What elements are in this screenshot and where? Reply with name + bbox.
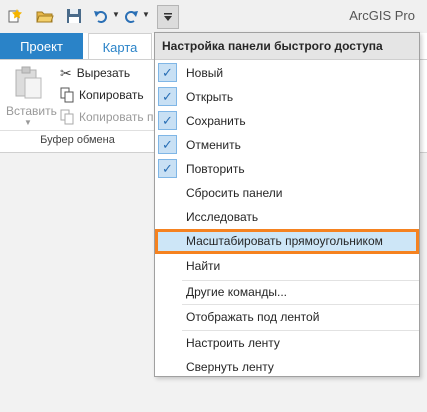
undo-icon[interactable] bbox=[92, 7, 110, 25]
paste-dropdown-icon[interactable]: ▼ bbox=[6, 118, 50, 127]
menu-item-save[interactable]: ✓ Сохранить bbox=[155, 109, 419, 133]
cut-label: Вырезать bbox=[76, 66, 131, 80]
redo-icon[interactable] bbox=[122, 7, 140, 25]
undo-dropdown-icon[interactable]: ▼ bbox=[112, 10, 120, 19]
paste-icon bbox=[15, 66, 42, 99]
paste-label: Вставить bbox=[6, 104, 57, 118]
menu-item-explore[interactable]: Исследовать bbox=[155, 205, 419, 229]
menu-item-label: Новый bbox=[186, 66, 224, 80]
customize-qat-icon bbox=[164, 13, 172, 21]
copy-label: Копировать bbox=[79, 88, 144, 102]
menu-item-open[interactable]: ✓ Открыть bbox=[155, 85, 419, 109]
checkmark-icon: ✓ bbox=[158, 87, 177, 106]
copy-path-button[interactable]: Копировать п bbox=[60, 107, 153, 127]
menu-item-label: Сохранить bbox=[186, 114, 246, 128]
copy-icon bbox=[60, 87, 74, 103]
title-bar: ▼ ▼ ArcGIS Pro bbox=[0, 0, 427, 33]
scissors-icon: ✂ bbox=[60, 64, 72, 81]
group-divider bbox=[0, 130, 155, 131]
tab-project[interactable]: Проект bbox=[0, 33, 83, 60]
menu-item-label: Масштабировать прямоугольником bbox=[186, 234, 383, 248]
menu-item-label: Исследовать bbox=[186, 210, 259, 224]
menu-item-label: Повторить bbox=[186, 162, 245, 176]
menu-item-label: Настроить ленту bbox=[186, 336, 280, 350]
copy-button[interactable]: Копировать bbox=[60, 85, 144, 105]
menu-item-label: Другие команды... bbox=[186, 285, 287, 299]
menu-item-label: Найти bbox=[186, 259, 221, 273]
menu-item-more-commands[interactable]: Другие команды... bbox=[155, 280, 419, 304]
open-folder-icon[interactable] bbox=[36, 7, 54, 25]
copy-path-icon bbox=[60, 109, 74, 125]
save-icon[interactable] bbox=[65, 7, 83, 25]
menu-item-label: Свернуть ленту bbox=[186, 360, 274, 374]
tab-map[interactable]: Карта bbox=[88, 33, 152, 61]
new-project-icon[interactable] bbox=[6, 7, 24, 25]
checkmark-icon: ✓ bbox=[158, 63, 177, 82]
menu-item-show-below-ribbon[interactable]: Отображать под лентой bbox=[155, 305, 419, 329]
menu-item-label: Отменить bbox=[186, 138, 241, 152]
paste-button[interactable]: Вставить ▼ bbox=[6, 64, 57, 127]
menu-item-reset-panes[interactable]: Сбросить панели bbox=[155, 181, 419, 205]
menu-item-minimize-ribbon[interactable]: Свернуть ленту bbox=[155, 355, 419, 379]
menu-item-redo[interactable]: ✓ Повторить bbox=[155, 157, 419, 181]
menu-item-customize-ribbon[interactable]: Настроить ленту bbox=[155, 331, 419, 355]
copy-path-label: Копировать п bbox=[79, 110, 154, 124]
cut-button[interactable]: ✂ Вырезать bbox=[60, 63, 130, 83]
checkmark-icon: ✓ bbox=[158, 135, 177, 154]
clipboard-group-label: Буфер обмена bbox=[40, 134, 115, 146]
customize-qat-menu: Настройка панели быстрого доступа ✓ Новы… bbox=[154, 32, 420, 377]
menu-item-undo[interactable]: ✓ Отменить bbox=[155, 133, 419, 157]
menu-item-find[interactable]: Найти bbox=[155, 254, 419, 278]
menu-item-label: Отображать под лентой bbox=[186, 310, 320, 324]
checkmark-icon: ✓ bbox=[158, 111, 177, 130]
customize-qat-button[interactable] bbox=[157, 5, 179, 29]
menu-item-zoom-rectangle[interactable]: Масштабировать прямоугольником bbox=[155, 229, 419, 254]
menu-item-label: Сбросить панели bbox=[186, 186, 283, 200]
menu-header: Настройка панели быстрого доступа bbox=[155, 33, 419, 60]
app-title: ArcGIS Pro bbox=[349, 8, 415, 23]
redo-dropdown-icon[interactable]: ▼ bbox=[142, 10, 150, 19]
menu-item-new[interactable]: ✓ Новый bbox=[155, 61, 419, 85]
checkmark-icon: ✓ bbox=[158, 159, 177, 178]
menu-item-label: Открыть bbox=[186, 90, 234, 104]
